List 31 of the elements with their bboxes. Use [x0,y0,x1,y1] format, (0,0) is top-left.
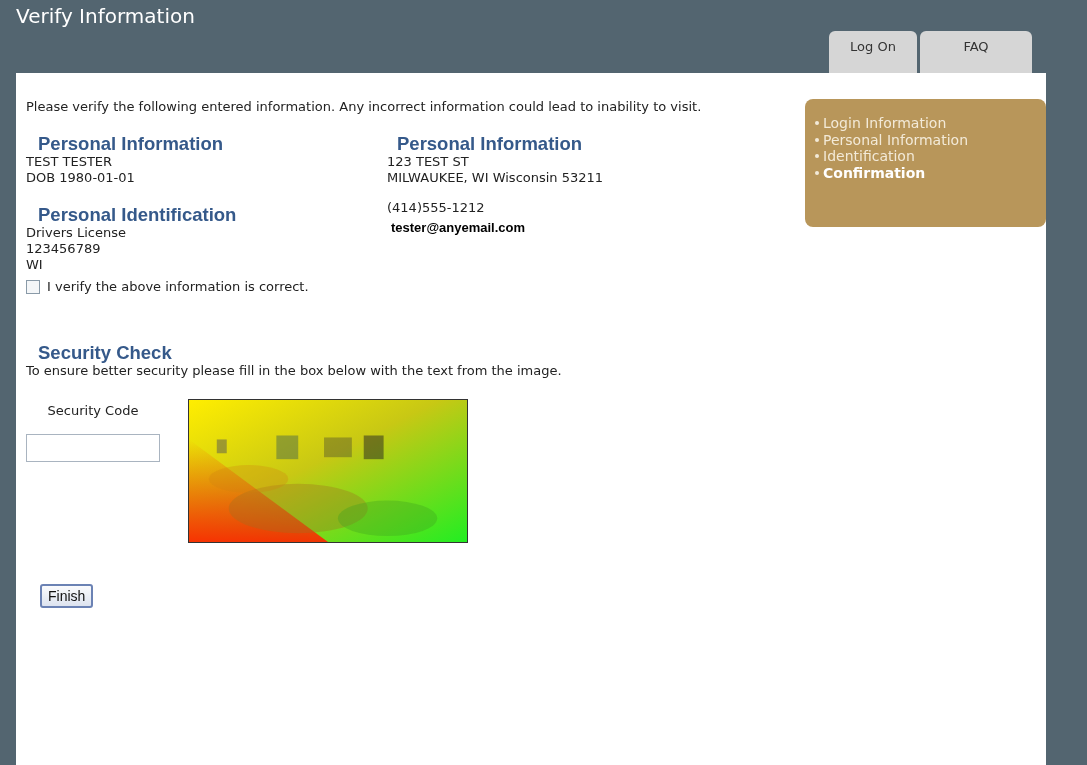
info-text: TEST TESTER [26,154,114,170]
section-heading: Personal Information [37,134,225,154]
step-item: Identification [815,148,1036,165]
section-heading: Personal Information [396,134,584,154]
info-text: DOB 1980-01-01 [26,170,136,186]
info-text: WI [26,257,44,273]
finish-button[interactable]: Finish [40,584,94,608]
verify-checkbox[interactable] [26,279,40,294]
info-text: Drivers License [26,225,127,241]
info-text: 123 TEST ST [387,154,470,170]
section-heading: Personal Identification [37,205,238,225]
intro-text: Please verify the following entered information. Any incorrect information could lead to inability to visit. [26,99,703,114]
bullet-icon [815,170,819,175]
bullet-icon [815,121,819,126]
field-label: Security Code [47,403,139,418]
bullet-icon [815,137,819,142]
instructions-text: To ensure better security please fill in the box below with the text from the image. [26,363,563,379]
step-item: Login Information [815,115,1036,132]
tab[interactable]: FAQ [920,31,1032,73]
step-item: Personal Information [815,131,1036,148]
phone-text: (414)555-1212 [387,200,486,216]
tab[interactable]: Log On [829,31,917,73]
email-text: tester@anyemail.com [390,220,527,235]
security-code-field[interactable] [26,434,160,462]
bullet-icon [815,154,819,159]
page-title: Verify Information [15,3,196,30]
info-text: 123456789 [26,241,102,257]
info-text: MILWAUKEE, WI Wisconsin 53211 [387,170,605,186]
verify-label: I verify the above information is correct. [47,279,309,294]
section-heading: Security Check [37,343,173,363]
step-item: Confirmation [815,164,1036,181]
